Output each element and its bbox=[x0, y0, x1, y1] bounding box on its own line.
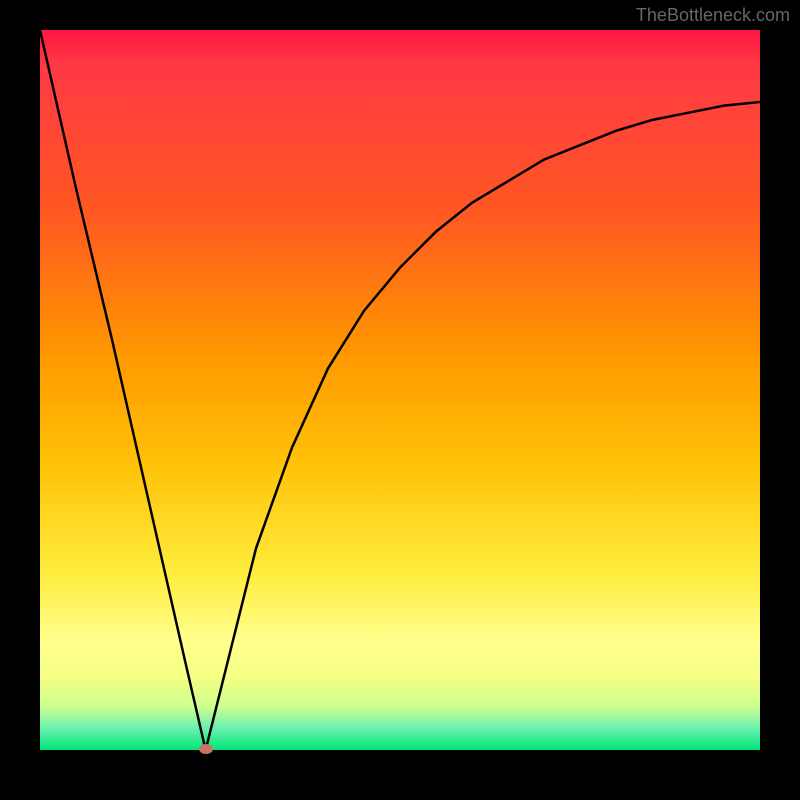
watermark-text: TheBottleneck.com bbox=[636, 5, 790, 26]
curve-plot bbox=[40, 30, 760, 750]
minimum-marker bbox=[199, 744, 213, 754]
bottleneck-curve-line bbox=[40, 30, 760, 750]
chart-container bbox=[40, 30, 760, 750]
